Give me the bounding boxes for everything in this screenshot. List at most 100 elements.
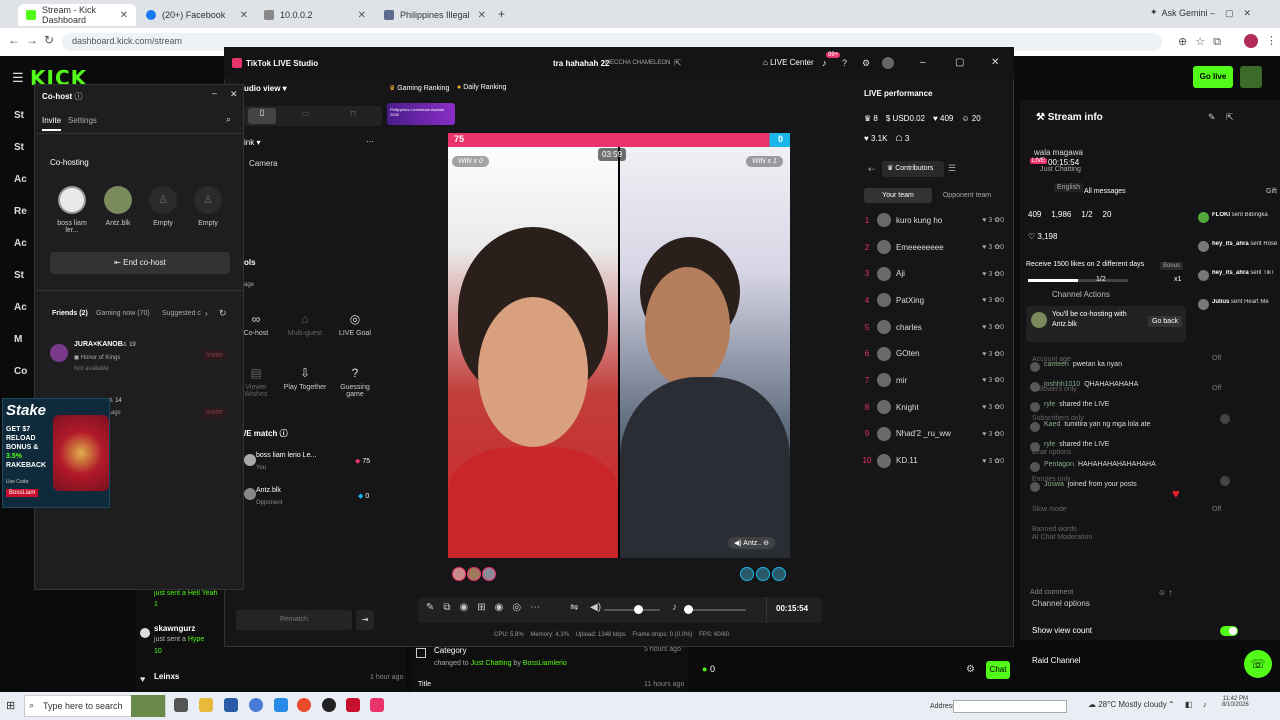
sidebar-item[interactable]: St (14, 270, 24, 281)
minimize-icon[interactable]: – (920, 57, 926, 68)
app-icon[interactable] (346, 698, 360, 712)
back-icon[interactable]: ← (8, 33, 20, 47)
close-icon[interactable]: ✕ (230, 89, 238, 100)
filter-friends[interactable]: Friends (2) (52, 310, 88, 317)
more-icon[interactable]: ⋯ (366, 137, 374, 146)
gift-event[interactable]: Julius sent Heart Me (1198, 299, 1278, 328)
tab-kick-dashboard[interactable]: Stream - Kick Dashboard ✕ (18, 4, 136, 26)
control-icons[interactable]: ✎⧉◉⊞◉◎⋯ (426, 602, 549, 613)
browser-toolbar-icons[interactable]: ⊕☆⧉ (1178, 35, 1229, 49)
app-icon[interactable] (224, 698, 238, 712)
close-icon[interactable]: ✕ (240, 10, 248, 21)
guessing-game-tool[interactable]: ? Guessing game (333, 366, 377, 398)
contributor-row[interactable]: 10 KD.11 ♥ 3 ✿0 (862, 447, 1004, 474)
invite-button[interactable]: Invite (202, 407, 227, 418)
edge-icon[interactable] (274, 698, 288, 712)
emoji-icon[interactable]: ☺ ↑ (1158, 588, 1172, 597)
your-team-tab[interactable]: Your team (864, 188, 932, 203)
task-view-icon[interactable] (174, 698, 188, 712)
contributor-row[interactable]: 3 Aji ♥ 3 ✿0 (862, 260, 1004, 287)
sidebar-item[interactable]: Ac (14, 238, 27, 249)
gaming-ranking-button[interactable]: ♛ Gaming Ranking (389, 84, 449, 92)
obs-icon[interactable] (322, 698, 336, 712)
close-icon[interactable]: ✕ (358, 10, 366, 21)
sidebar-item[interactable]: Ac (14, 174, 27, 185)
tab-invite[interactable]: Invite (42, 116, 62, 131)
refresh-icon[interactable]: ↻ (219, 308, 227, 319)
volume-slider[interactable] (604, 609, 660, 611)
address-input[interactable] (953, 700, 1067, 713)
tab-settings[interactable]: Settings (68, 116, 97, 125)
chrome-icon[interactable] (297, 698, 311, 712)
event-user[interactable]: skawngurz (154, 624, 195, 633)
volume-handle[interactable] (634, 605, 643, 614)
contributor-row[interactable]: 9 Nhad'2 _ru_ww ♥ 3 ✿0 (862, 421, 1004, 448)
settings-icon[interactable]: ⚙ (862, 58, 870, 69)
audio-view-dropdown[interactable]: udio view ▾ (244, 84, 287, 93)
reload-icon[interactable]: ↻ (44, 33, 54, 47)
ask-gemini-button[interactable]: ✦ Ask Gemini (1150, 7, 1208, 18)
windows-start-icon[interactable]: ⊞ (6, 699, 15, 712)
tiktok-icon[interactable] (370, 698, 384, 712)
daily-ranking-button[interactable]: ● Daily Ranking (457, 84, 506, 91)
sidebar-item[interactable]: M (14, 334, 22, 345)
contributors-tab[interactable]: ♛ Contributors (882, 161, 944, 177)
sidebar-item[interactable]: St (14, 142, 24, 153)
menu-icon[interactable]: ⋮ (1266, 34, 1277, 47)
raid-channel-label[interactable]: Raid Channel (1032, 656, 1080, 665)
chat-message[interactable]: Kaed tumitira yan ng mga lola ate (1030, 420, 1170, 440)
minimize-icon[interactable]: – (212, 88, 217, 98)
stake-ad[interactable]: Stake GET $7 RELOAD BONUS & 3.5% RAKEBAC… (2, 398, 110, 508)
new-tab-button[interactable]: + (498, 7, 505, 21)
contributor-row[interactable]: 2 Emeeeeeeee ♥ 3 ✿0 (862, 234, 1004, 261)
contributor-row[interactable]: 5 charles ♥ 3 ✿0 (862, 314, 1004, 341)
tray-icons[interactable]: ⌃ ◧ ♪ (1168, 700, 1211, 709)
mic-slider[interactable] (686, 609, 746, 611)
rematch-button[interactable]: Rematch (236, 610, 352, 630)
contributor-row[interactable]: 6 GOten ♥ 3 ✿0 (862, 340, 1004, 367)
live-center-button[interactable]: ⌂ LIVE Center (763, 58, 814, 67)
contributor-row[interactable]: 7 mir ♥ 3 ✿0 (862, 367, 1004, 394)
search-icon[interactable]: ⌕ (226, 114, 231, 125)
bell-icon[interactable]: ♪ (822, 58, 827, 68)
chevron-right-icon[interactable]: › (205, 309, 208, 318)
multi-guest-tool[interactable]: ⌂ Multi-guest (283, 312, 327, 337)
close-icon[interactable]: ✕ (991, 57, 999, 68)
profile-avatar[interactable] (1244, 34, 1258, 48)
chrome-icon[interactable] (249, 698, 263, 712)
pin-icon[interactable]: ⇱ (674, 58, 682, 69)
chat-button[interactable]: Chat (986, 661, 1010, 679)
cohost-slot-guest[interactable]: Antz.blk (98, 186, 138, 227)
volume-icon[interactable]: ◀) (590, 602, 601, 613)
sidebar-item[interactable]: Co (14, 366, 27, 377)
invite-button[interactable]: Invite (202, 350, 227, 361)
live-goal-tool[interactable]: ◎ LIVE Goal (333, 312, 377, 337)
close-icon[interactable]: ✕ (478, 10, 486, 21)
chat-message[interactable]: Joswa joined from your posts (1030, 480, 1170, 500)
add-comment-input[interactable]: Add comment (1030, 589, 1073, 596)
tab-philippines[interactable]: Philippines Illegal Site Promotio ✕ (376, 4, 494, 26)
contributor-row[interactable]: 1 kuro kung ho ♥ 3 ✿0 (862, 207, 1004, 234)
list-icon[interactable]: ☰ (948, 163, 956, 174)
filter-icon[interactable]: ⇋ (570, 602, 578, 613)
portrait-icon[interactable]: ▯ (248, 108, 276, 124)
opponent-tag[interactable]: ◀) Antz.. ⊖ (728, 537, 776, 549)
gift-event[interactable]: FLOKI sent Bibingka (1198, 212, 1278, 241)
layout-switcher[interactable]: ▯ ▭ ⊓ (244, 106, 382, 126)
sidebar-item[interactable]: St (14, 110, 24, 121)
gift-event[interactable]: hey_its_ahra sent TikT (1198, 270, 1278, 299)
filter-gaming[interactable]: Gaming now (70) (96, 310, 150, 317)
go-back-button[interactable]: Go back (1148, 316, 1183, 327)
chat-message[interactable]: canteen pwetan ka nyan (1030, 360, 1170, 380)
contributor-row[interactable]: 4 PatXing ♥ 3 ✿0 (862, 287, 1004, 314)
gift-event[interactable]: hey_its_ahra sent Rose (1198, 241, 1278, 270)
mic-icon[interactable]: ♪ (672, 602, 677, 613)
user-avatar[interactable] (1240, 66, 1262, 88)
awards-banner[interactable]: Philippines Livestream Awards 2026 (387, 103, 455, 125)
all-messages-label[interactable]: All messages (1084, 188, 1126, 195)
forward-icon[interactable]: → (26, 33, 38, 47)
avatar[interactable] (882, 57, 894, 69)
lock-icon[interactable]: ⊓ (350, 109, 356, 118)
sidebar-item[interactable]: Ac (14, 302, 27, 313)
contributor-row[interactable]: 8 Knight ♥ 3 ✿0 (862, 394, 1004, 421)
